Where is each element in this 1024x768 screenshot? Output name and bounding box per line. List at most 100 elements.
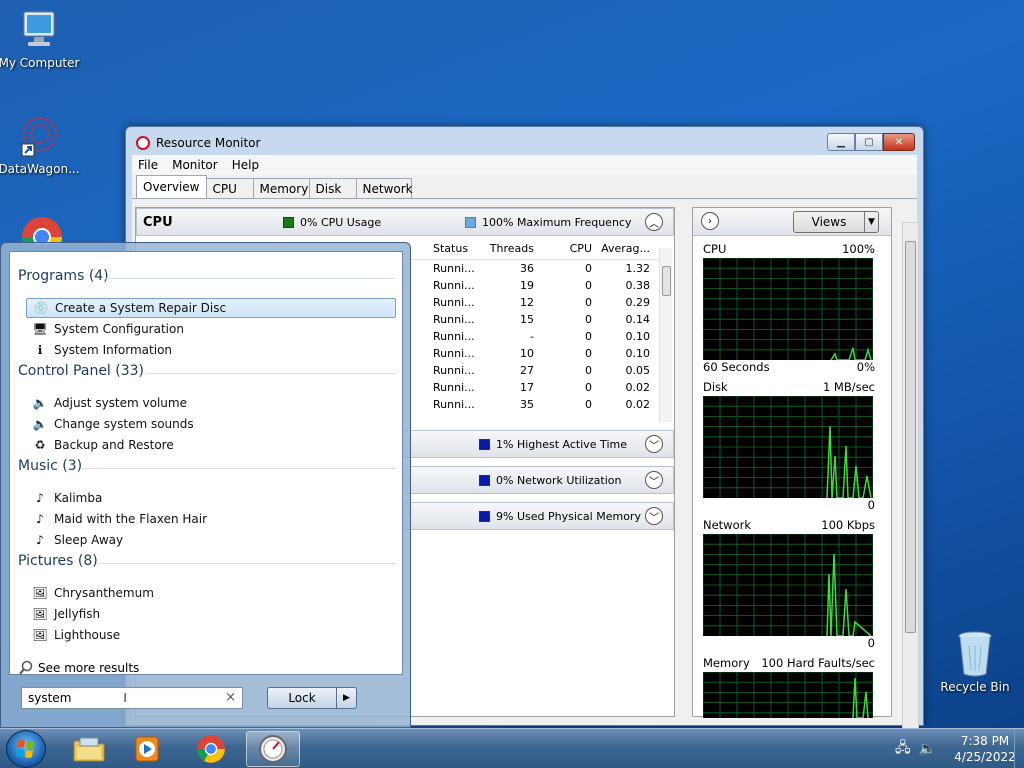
search-icon	[19, 660, 33, 675]
column-status[interactable]: Status	[430, 242, 482, 255]
taskbar-chrome[interactable]	[184, 731, 238, 767]
system-config-icon: 🖥	[32, 322, 48, 336]
memory-swatch	[479, 510, 490, 522]
category-divider	[96, 563, 396, 564]
minimize-button[interactable]: ▁	[827, 133, 855, 151]
views-button[interactable]: Views ▼	[793, 211, 879, 233]
category-heading[interactable]: Pictures (8)	[18, 553, 98, 569]
graph-scale: 100%	[842, 242, 875, 256]
cpu-table-scrollbar[interactable]	[659, 248, 672, 422]
lock-button[interactable]: Lock ▶	[267, 687, 357, 709]
tab-cpu[interactable]: CPU	[205, 178, 254, 198]
status-cell: Runni...	[433, 296, 475, 309]
chevron-up-icon[interactable]: ︿	[645, 213, 663, 231]
search-result-item[interactable]: ♪ Sleep Away	[26, 530, 396, 550]
average-cpu-cell: 0.14	[625, 313, 651, 326]
search-result-item[interactable]: 🖼 Chrysanthemum	[26, 583, 396, 603]
search-result-item[interactable]: ♪ Maid with the Flaxen Hair	[26, 509, 396, 529]
volume-tray-icon[interactable]: 🔈	[919, 741, 936, 757]
average-cpu-cell: 1.32	[625, 262, 651, 275]
column-threads[interactable]: Threads	[482, 242, 540, 255]
title-bar[interactable]: Resource Monitor ▁ ▢ ✕	[126, 127, 923, 155]
taskbar-resource-monitor[interactable]	[246, 731, 300, 767]
tab-disk[interactable]: Disk	[308, 178, 357, 198]
search-result-item[interactable]: 🖼 Jellyfish	[26, 604, 396, 624]
clock[interactable]: 7:38 PM 4/25/2022	[954, 733, 1016, 765]
search-result-item[interactable]: ♻ Backup and Restore	[26, 435, 396, 455]
average-cpu-cell: 0.10	[625, 330, 651, 343]
average-cpu-cell: 0.38	[625, 279, 651, 292]
cpu-graph: CPU 100% 60 Seconds 0%	[703, 242, 875, 376]
taskbar-media-player[interactable]	[120, 731, 174, 767]
network-graph-canvas	[703, 534, 873, 636]
column-cpu[interactable]: CPU	[540, 242, 598, 255]
taskbar-explorer[interactable]	[62, 731, 116, 767]
close-button[interactable]: ✕	[883, 133, 915, 151]
start-search-input[interactable]: system I ×	[21, 687, 243, 709]
memory-graph-canvas	[703, 672, 873, 718]
desktop-icon-recycle-bin[interactable]: Recycle Bin	[933, 630, 1017, 694]
search-result-item[interactable]: 🔈 Adjust system volume	[26, 393, 396, 413]
network-tray-icon[interactable]: 🖧	[895, 737, 911, 761]
tab-network[interactable]: Network	[355, 178, 413, 198]
disk-graph-canvas	[703, 396, 873, 498]
cpu-cell: 0	[585, 279, 592, 292]
search-result-item[interactable]: 🖼 Lighthouse	[26, 625, 396, 645]
chevron-down-icon[interactable]: ﹀	[645, 471, 663, 489]
search-results-list: See more results Programs (4) 💿 Create a S…	[9, 251, 403, 675]
disk-swatch	[479, 438, 490, 450]
menu-help[interactable]: Help	[232, 158, 259, 172]
text-cursor-icon: I	[123, 691, 127, 705]
chevron-down-icon[interactable]: ﹀	[645, 435, 663, 453]
threads-cell: 17	[520, 381, 534, 394]
menu-monitor[interactable]: Monitor	[172, 158, 218, 172]
graph-scale: 100 Hard Faults/sec	[761, 656, 875, 670]
tab-overview[interactable]: Overview	[136, 175, 207, 198]
scroll-thumb[interactable]	[662, 266, 671, 296]
category-heading[interactable]: Programs (4)	[18, 268, 109, 284]
chevron-right-icon[interactable]: ›	[701, 212, 719, 230]
chevron-down-icon[interactable]: ﹀	[645, 507, 663, 525]
column-average[interactable]: Averag...	[598, 242, 656, 255]
search-result-label: System Configuration	[54, 322, 184, 336]
picture-file-icon: 🖼	[32, 586, 48, 600]
menu-bar: File Monitor Help	[132, 155, 917, 175]
cpu-section-header[interactable]: CPU 0% CPU Usage 100% Maximum Frequency …	[136, 208, 674, 236]
search-result-label: Kalimba	[54, 491, 103, 505]
menu-file[interactable]: File	[138, 158, 158, 172]
datawagon-icon	[16, 114, 62, 160]
average-cpu-cell: 0.02	[625, 398, 651, 411]
system-info-icon: ℹ	[37, 343, 43, 357]
search-result-item[interactable]: 🖥 System Configuration	[26, 319, 396, 339]
show-desktop-button[interactable]	[1014, 729, 1024, 768]
tab-memory[interactable]: Memory	[252, 178, 310, 198]
desktop-icon-datawagon[interactable]: DataWagon...	[0, 114, 81, 176]
maximize-button[interactable]: ▢	[855, 133, 883, 151]
search-result-item[interactable]: ℹ System Information	[26, 340, 396, 360]
picture-file-icon: 🖼	[32, 628, 48, 642]
resource-monitor-gauge-icon	[259, 735, 287, 763]
start-button[interactable]	[6, 730, 46, 768]
cpu-usage-label: 0% CPU Usage	[300, 215, 382, 229]
category-heading[interactable]: Music (3)	[18, 458, 82, 474]
search-result-item[interactable]: 🔈 Change system sounds	[26, 414, 396, 434]
graph-pane-scrollbar[interactable]	[902, 222, 919, 742]
search-result-item[interactable]: ♪ Kalimba	[26, 488, 396, 508]
power-options-arrow-icon[interactable]: ▶	[336, 688, 356, 708]
desktop-icon-label: My Computer	[0, 56, 80, 70]
status-cell: Runni...	[433, 347, 475, 360]
desktop-icon-my-computer[interactable]: My Computer	[0, 10, 81, 70]
search-result-item[interactable]: 💿 Create a System Repair Disc	[26, 298, 396, 318]
graph-pane: › Views ▼ CPU 100% 60 Seconds 0% Disk 1 MB/…	[692, 207, 892, 718]
windows-logo-icon	[16, 740, 34, 758]
disk-active-time-label: 1% Highest Active Time	[496, 437, 627, 451]
status-cell: Runni...	[433, 330, 475, 343]
category-divider	[104, 278, 396, 279]
scroll-thumb[interactable]	[905, 241, 916, 633]
clear-search-icon[interactable]: ×	[225, 690, 236, 705]
status-cell: Runni...	[433, 262, 475, 275]
see-more-results-link[interactable]: See more results	[18, 660, 139, 676]
category-heading[interactable]: Control Panel (33)	[18, 363, 144, 379]
threads-cell: 12	[520, 296, 534, 309]
graph-label: Network	[703, 518, 752, 532]
